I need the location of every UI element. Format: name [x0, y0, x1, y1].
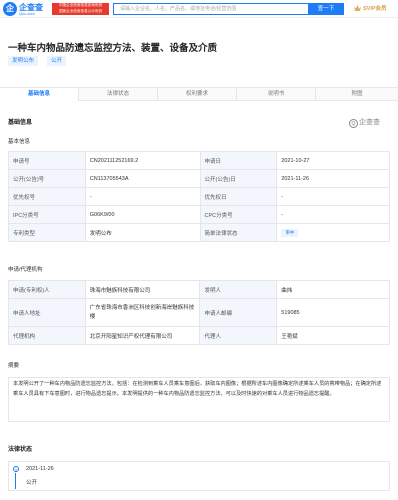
value-publication-date: 2021-11-26 [276, 169, 390, 188]
svip-label: SVIP会员 [363, 6, 387, 12]
tab-bar: 基础信息 法律状态 权利要求 说明书 附图 [0, 87, 398, 101]
table-row: 申请(专利权)人 珠海市魅族科技有限公司 发明人 曲炜 [8, 280, 390, 299]
label-application-no: 申请号 [8, 151, 86, 170]
label-publication-date: 公开(公告)日 [199, 169, 278, 188]
table-row: 公开(公告)号 CN113705543A 公开(公告)日 2021-11-26 [8, 169, 390, 188]
table-row: 优先权号 - 优先权日 - [8, 187, 390, 206]
label-patent-type: 专利类型 [8, 223, 86, 242]
label-cpc: CPC分类号 [199, 205, 278, 224]
watermark-text: 企查查 [359, 119, 380, 126]
label-ipc: IPC分类号 [8, 205, 86, 224]
status-badge: 审中 [281, 228, 299, 237]
tag-status: 公开 [47, 56, 67, 66]
label-priority-no: 优先权号 [8, 187, 86, 206]
value-ipc: G06K9/00 [84, 205, 201, 224]
credit-system-badge[interactable]: 中国企业信用信息查询系统 国家企业信用信息公示系统 [52, 3, 109, 15]
label-agency: 代理机构 [8, 326, 86, 345]
value-postcode: 519085 [276, 298, 390, 327]
svip-link[interactable]: SVIP会员 [354, 4, 387, 12]
table-row: 专利类型 发明公布 简单法律状态 审中 [8, 223, 390, 242]
value-cpc: - [276, 205, 390, 224]
search-button[interactable]: 查一下 [308, 3, 344, 15]
crown-icon [354, 5, 361, 11]
table-row: IPC分类号 G06K9/00 CPC分类号 - [8, 205, 390, 224]
value-application-date: 2021-10-27 [276, 151, 390, 170]
applicant-table: 申请(专利权)人 珠海市魅族科技有限公司 发明人 曲炜 申请人地址 广东省珠海市… [8, 280, 390, 345]
tab-claims[interactable]: 权利要求 [158, 88, 237, 101]
label-legal-status: 简单法律状态 [199, 223, 278, 242]
label-applicant-address: 申请人地址 [8, 298, 86, 327]
badge-line-2: 国家企业信用信息公示系统 [58, 8, 103, 13]
table-row: 申请人地址 广东省珠海市香洲区科技创新海岸魅族科技楼 申请人邮编 519085 [8, 298, 390, 327]
value-inventor: 曲炜 [276, 280, 390, 299]
timeline-line [15, 473, 16, 489]
value-legal-status-cell: 审中 [276, 223, 390, 242]
value-applicant-address: 广东省珠海市香洲区科技创新海岸魅族科技楼 [84, 298, 201, 327]
table-row: 代理机构 北京开阳星知识产权代理有限公司 代理人 王艳斌 [8, 326, 390, 345]
timeline-dot-icon: 1 [13, 466, 19, 472]
value-application-no: CN202111252169.2 [84, 151, 201, 170]
value-publication-no: CN113705543A [84, 169, 201, 188]
applicant-link[interactable]: 珠海市魅族科技有限公司 [84, 280, 201, 299]
table-row: 申请号 CN202111252169.2 申请日 2021-10-27 [8, 151, 390, 170]
value-priority-no: - [84, 187, 201, 206]
timeline-date: 2021-11-26 [26, 466, 54, 472]
logo-url: Qcc.com [19, 11, 35, 16]
tab-basic-info[interactable]: 基础信息 [0, 88, 79, 101]
section-title-legal: 法律状态 [8, 447, 33, 453]
top-bar: 企 企查查 Qcc.com 中国企业信用信息查询系统 国家企业信用信息公示系统 … [0, 0, 398, 18]
legal-status-timeline: 1 2021-11-26 公开 [8, 461, 390, 491]
value-agent: 王艳斌 [276, 326, 390, 345]
label-applicant: 申请(专利权)人 [8, 280, 86, 299]
label-priority-date: 优先权日 [199, 187, 278, 206]
abstract-text: 本发明公开了一种车内物品防遗忘监控方法，包括：在检测到乘车人员乘车意图后，获取车… [8, 377, 390, 422]
search-input[interactable]: 请输入企业名、人名、产品名、或地址电话/经营范围 [113, 3, 309, 15]
badge-line-1: 中国企业信用信息查询系统 [58, 3, 103, 7]
label-agent: 代理人 [199, 326, 278, 345]
timeline-status: 公开 [26, 480, 38, 486]
qcc-watermark: Q 企查查 [349, 117, 380, 128]
label-postcode: 申请人邮编 [199, 298, 278, 327]
tag-patent-type: 发明公布 [8, 56, 39, 66]
label-publication-no: 公开(公告)号 [8, 169, 86, 188]
logo-icon[interactable]: 企 [3, 2, 17, 16]
abstract-title: 摘要 [8, 363, 20, 369]
basic-info-table: 申请号 CN202111252169.2 申请日 2021-10-27 公开(公… [8, 151, 390, 242]
subsection-basic: 基本信息 [8, 139, 31, 145]
agency-link[interactable]: 北京开阳星知识产权代理有限公司 [84, 326, 201, 345]
section-title-basic: 基础信息 [8, 120, 33, 126]
value-priority-date: - [276, 187, 390, 206]
subsection-applicant: 申请/代理机构 [8, 267, 43, 273]
tab-legal-status[interactable]: 法律状态 [79, 88, 158, 101]
value-patent-type: 发明公布 [84, 223, 201, 242]
label-application-date: 申请日 [199, 151, 278, 170]
qcc-logo-icon: Q [349, 119, 358, 128]
label-inventor: 发明人 [199, 280, 278, 299]
tab-description[interactable]: 说明书 [237, 88, 316, 101]
tab-drawings[interactable]: 附图 [316, 88, 398, 101]
page-title: 一种车内物品防遗忘监控方法、装置、设备及介质 [8, 43, 218, 54]
